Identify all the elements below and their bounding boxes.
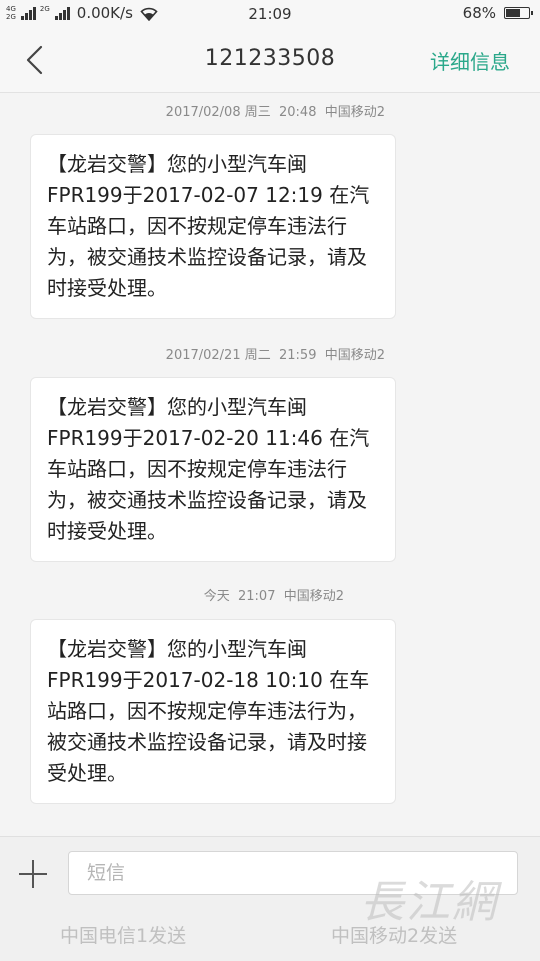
message-bubble[interactable]: 【龙岩交警】您的小型汽车闽FPR199于2017-02-18 10:10 在车站… bbox=[30, 619, 396, 804]
send-sim2-button[interactable]: 中国移动2发送 bbox=[331, 921, 457, 948]
battery-percent: 68% bbox=[462, 4, 496, 22]
add-attachment-button[interactable] bbox=[16, 857, 50, 891]
details-button[interactable]: 详细信息 bbox=[430, 46, 510, 75]
message-text: 【龙岩交警】您的小型汽车闽FPR199于2017-02-20 11:46 在汽车… bbox=[47, 395, 370, 543]
send-sim1-button[interactable]: 中国电信1发送 bbox=[60, 921, 186, 948]
message-timestamp: 今天 21:07 中国移动2 bbox=[203, 589, 344, 604]
status-bar: 4G 2G 2G 0.00K/s 21:09 68% bbox=[0, 0, 540, 28]
sms-input[interactable] bbox=[68, 851, 518, 895]
message-text: 【龙岩交警】您的小型汽车闽FPR199于2017-02-07 12:19 在汽车… bbox=[47, 152, 370, 300]
message-list[interactable]: 2017/02/08 周三 20:48 中国移动2 【龙岩交警】您的小型汽车闽F… bbox=[0, 93, 540, 835]
status-right: 68% bbox=[462, 4, 533, 22]
composer-bar: 中国电信1发送 中国移动2发送 bbox=[0, 836, 540, 961]
battery-level-fill bbox=[506, 9, 520, 17]
message-bubble[interactable]: 【龙岩交警】您的小型汽车闽FPR199于2017-02-07 12:19 在汽车… bbox=[30, 134, 396, 319]
status-time: 21:09 bbox=[248, 5, 292, 23]
conversation-header: 121233508 详细信息 bbox=[0, 28, 540, 93]
message-timestamp: 2017/02/21 周二 21:59 中国移动2 bbox=[165, 348, 385, 363]
battery-icon bbox=[504, 7, 533, 19]
message-timestamp: 2017/02/08 周三 20:48 中国移动2 bbox=[165, 105, 385, 120]
message-bubble[interactable]: 【龙岩交警】您的小型汽车闽FPR199于2017-02-20 11:46 在汽车… bbox=[30, 377, 396, 562]
message-text: 【龙岩交警】您的小型汽车闽FPR199于2017-02-18 10:10 在车站… bbox=[47, 637, 370, 785]
